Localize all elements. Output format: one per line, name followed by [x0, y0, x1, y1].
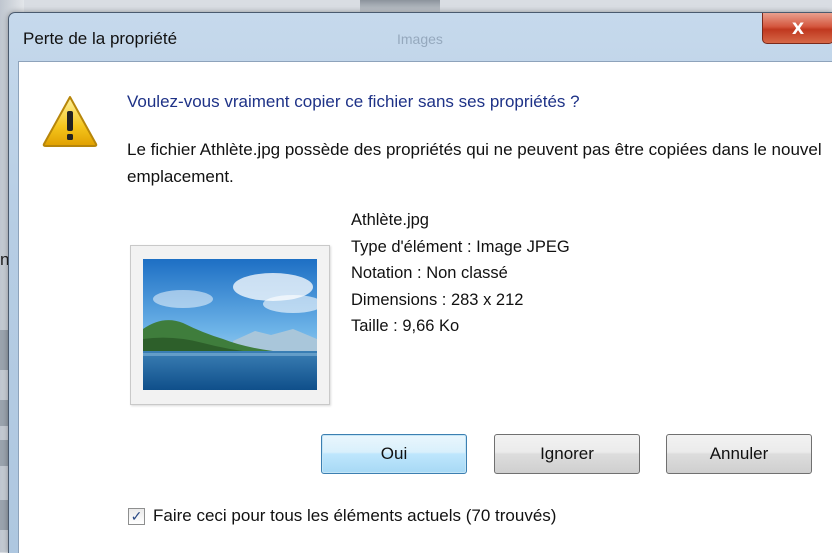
file-properties: Athlète.jpg Type d'élément : Image JPEG … [351, 207, 570, 340]
file-size: Taille : 9,66 Ko [351, 317, 460, 335]
close-icon: X [791, 18, 805, 38]
file-rating: Notation : Non classé [351, 264, 508, 282]
yes-button[interactable]: Oui [321, 434, 467, 474]
apply-to-all-checkbox[interactable]: ✓ [128, 507, 145, 525]
cancel-button[interactable]: Annuler [666, 434, 812, 474]
apply-to-all-label: Faire ceci pour tous les éléments actuel… [153, 506, 557, 525]
landscape-thumbnail-image [143, 259, 317, 390]
property-loss-dialog: Perte de la propriété Images X Voulez-vo… [8, 12, 832, 553]
confirmation-question: Voulez-vous vraiment copier ce fichier s… [127, 92, 580, 111]
file-type: Type d'élément : Image JPEG [351, 237, 570, 256]
background-window-title: Images [397, 31, 443, 47]
file-name: Athlète.jpg [351, 211, 429, 229]
file-thumbnail [130, 245, 330, 405]
close-button[interactable]: X [762, 13, 832, 44]
checkmark-icon: ✓ [130, 508, 143, 524]
background-titlebar-fragment [360, 0, 440, 12]
file-dimensions: Dimensions : 283 x 212 [351, 290, 524, 309]
title-bar[interactable]: Perte de la propriété Images X [9, 13, 832, 61]
skip-button[interactable]: Ignorer [494, 434, 640, 474]
warning-icon [42, 96, 98, 147]
dialog-body: Voulez-vous vraiment copier ce fichier s… [18, 61, 832, 553]
window-title: Perte de la propriété [23, 29, 178, 48]
confirmation-description: Le fichier Athlète.jpg possède des propr… [127, 140, 822, 186]
apply-to-all-option[interactable]: ✓ Faire ceci pour tous les éléments actu… [128, 506, 556, 526]
